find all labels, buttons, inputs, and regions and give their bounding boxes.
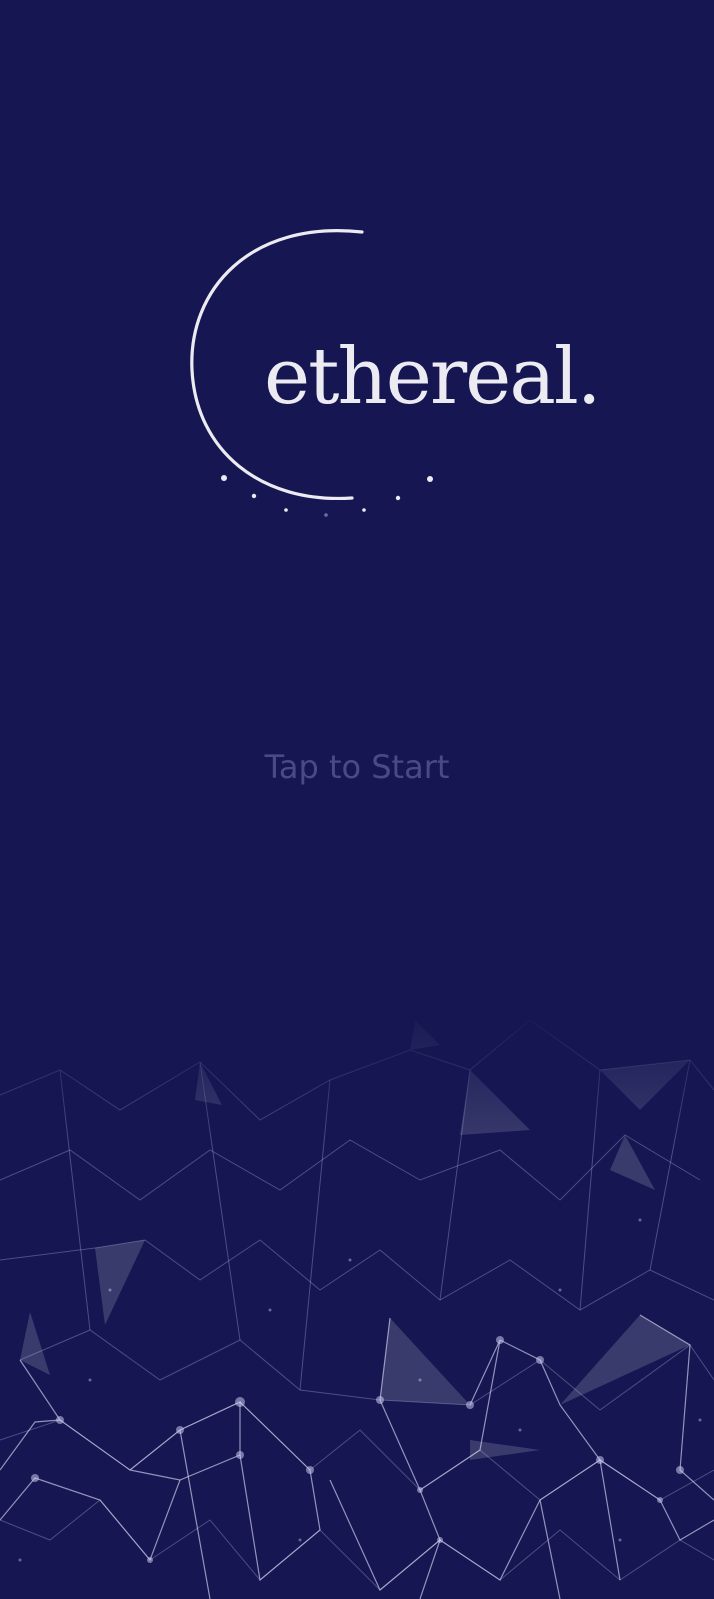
tap-to-start-button[interactable]: Tap to Start <box>0 748 714 786</box>
ethereal-logo: ethereal. <box>180 220 602 540</box>
brand-name: ethereal. <box>264 332 602 422</box>
splash-screen[interactable]: ethereal. Tap to Start <box>0 0 714 1599</box>
polygon-network-icon <box>0 1000 714 1599</box>
polygon-network-background <box>0 1000 714 1599</box>
